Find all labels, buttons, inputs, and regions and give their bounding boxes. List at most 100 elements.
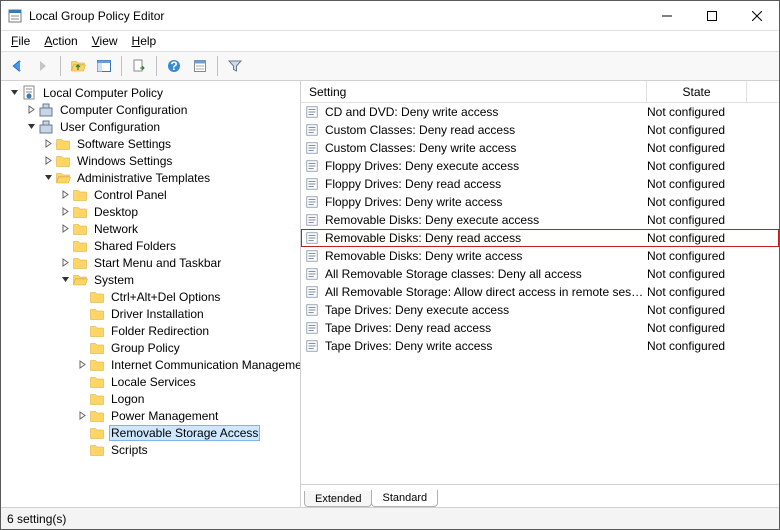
tree-item-windows-settings[interactable]: Windows Settings [3,152,301,169]
tree-item-software-settings[interactable]: Software Settings [3,135,301,152]
setting-icon [305,213,319,227]
svg-text:?: ? [170,59,177,73]
menu-help[interactable]: Help [126,32,163,50]
folder-icon [72,187,88,203]
setting-state: Not configured [647,213,725,227]
tree-item-desktop[interactable]: Desktop [3,203,301,220]
expand-icon[interactable] [58,188,72,202]
properties-button[interactable] [188,54,212,78]
window: Local Group Policy Editor Fdocument.curr… [0,0,780,530]
window-title: Local Group Policy Editor [29,9,644,23]
tree-item-internet-communication-management[interactable]: Internet Communication Management [3,356,301,373]
collapse-icon[interactable] [7,86,21,100]
collapse-icon[interactable] [24,120,38,134]
tree-item-driver-installation[interactable]: Driver Installation [3,305,301,322]
maximize-button[interactable] [689,1,734,30]
filter-button[interactable] [223,54,247,78]
tree-item-user-configuration[interactable]: User Configuration [3,118,301,135]
folder-icon [89,425,105,441]
setting-row[interactable]: Floppy Drives: Deny execute accessNot co… [301,157,779,175]
status-text: 6 setting(s) [7,512,66,526]
tree-item-folder-redirection[interactable]: Folder Redirection [3,322,301,339]
setting-name: Removable Disks: Deny execute access [325,213,647,227]
menu-view[interactable]: View [86,32,124,50]
setting-row[interactable]: Removable Disks: Deny write accessNot co… [301,247,779,265]
tree-item-scripts[interactable]: Scripts [3,441,301,458]
folder-icon [72,204,88,220]
details-pane: Setting State CD and DVD: Deny write acc… [301,81,779,507]
tab-standard[interactable]: Standard [371,490,438,507]
setting-state: Not configured [647,249,725,263]
tree-item-locale-services[interactable]: Locale Services [3,373,301,390]
tree-item-network[interactable]: Network [3,220,301,237]
setting-icon [305,195,319,209]
setting-icon [305,231,319,245]
tree-item-ctrl-alt-del-options[interactable]: Ctrl+Alt+Del Options [3,288,301,305]
folder-icon [89,408,105,424]
tree-item-shared-folders[interactable]: Shared Folders [3,237,301,254]
menu-action[interactable]: Action [38,32,83,50]
setting-row[interactable]: Tape Drives: Deny write accessNot config… [301,337,779,355]
tree-label: Scripts [109,443,150,457]
setting-row[interactable]: Tape Drives: Deny read accessNot configu… [301,319,779,337]
column-state[interactable]: State [647,81,747,102]
collapse-icon[interactable] [41,171,55,185]
tree-item-root[interactable]: Local Computer Policy [3,84,301,101]
back-button[interactable] [5,54,29,78]
tree-item-administrative-templates[interactable]: Administrative Templates [3,169,301,186]
tree-item-system[interactable]: System [3,271,301,288]
expand-icon[interactable] [41,154,55,168]
expand-icon[interactable] [24,103,38,117]
folder-icon [89,323,105,339]
tree-item-logon[interactable]: Logon [3,390,301,407]
tree-item-removable-storage-access[interactable]: Removable Storage Access [3,424,301,441]
setting-row[interactable]: All Removable Storage classes: Deny all … [301,265,779,283]
setting-row[interactable]: Tape Drives: Deny execute accessNot conf… [301,301,779,319]
setting-state: Not configured [647,339,725,353]
forward-button[interactable] [31,54,55,78]
setting-row[interactable]: Removable Disks: Deny execute accessNot … [301,211,779,229]
close-button[interactable] [734,1,779,30]
show-hide-tree-button[interactable] [92,54,116,78]
setting-row[interactable]: All Removable Storage: Allow direct acce… [301,283,779,301]
setting-name: Floppy Drives: Deny execute access [325,159,647,173]
tree-label: Shared Folders [92,239,178,253]
tabstrip: Extended Standard [301,485,779,507]
tree-label: Locale Services [109,375,198,389]
setting-row[interactable]: Custom Classes: Deny write accessNot con… [301,139,779,157]
minimize-button[interactable] [644,1,689,30]
setting-state: Not configured [647,105,725,119]
setting-row[interactable]: Removable Disks: Deny read accessNot con… [301,229,779,247]
expand-icon[interactable] [58,256,72,270]
setting-state: Not configured [647,321,725,335]
help-button[interactable]: ? [162,54,186,78]
setting-row[interactable]: Floppy Drives: Deny write accessNot conf… [301,193,779,211]
tab-extended[interactable]: Extended [304,491,372,507]
tree-pane[interactable]: Local Computer PolicyComputer Configurat… [1,81,301,507]
tree-item-control-panel[interactable]: Control Panel [3,186,301,203]
setting-name: Removable Disks: Deny read access [325,231,647,245]
setting-name: Custom Classes: Deny read access [325,123,647,137]
setting-row[interactable]: Floppy Drives: Deny read accessNot confi… [301,175,779,193]
export-button[interactable] [127,54,151,78]
column-setting[interactable]: Setting [301,81,647,102]
up-button[interactable] [66,54,90,78]
folder-icon [89,374,105,390]
menu-file[interactable]: Fdocument.currentScript.previousElementS… [5,32,36,50]
setting-row[interactable]: Custom Classes: Deny read accessNot conf… [301,121,779,139]
expand-icon[interactable] [75,409,89,423]
expand-icon[interactable] [58,205,72,219]
tree-label: Local Computer Policy [41,86,165,100]
tree-item-group-policy[interactable]: Group Policy [3,339,301,356]
expand-icon[interactable] [75,358,89,372]
settings-list[interactable]: Setting State CD and DVD: Deny write acc… [301,81,779,485]
expand-icon[interactable] [41,137,55,151]
folder-icon [72,238,88,254]
collapse-icon[interactable] [58,273,72,287]
titlebar[interactable]: Local Group Policy Editor [1,1,779,31]
tree-item-start-menu-taskbar[interactable]: Start Menu and Taskbar [3,254,301,271]
setting-row[interactable]: CD and DVD: Deny write accessNot configu… [301,103,779,121]
expand-icon[interactable] [58,222,72,236]
tree-item-power-management[interactable]: Power Management [3,407,301,424]
tree-item-computer-configuration[interactable]: Computer Configuration [3,101,301,118]
